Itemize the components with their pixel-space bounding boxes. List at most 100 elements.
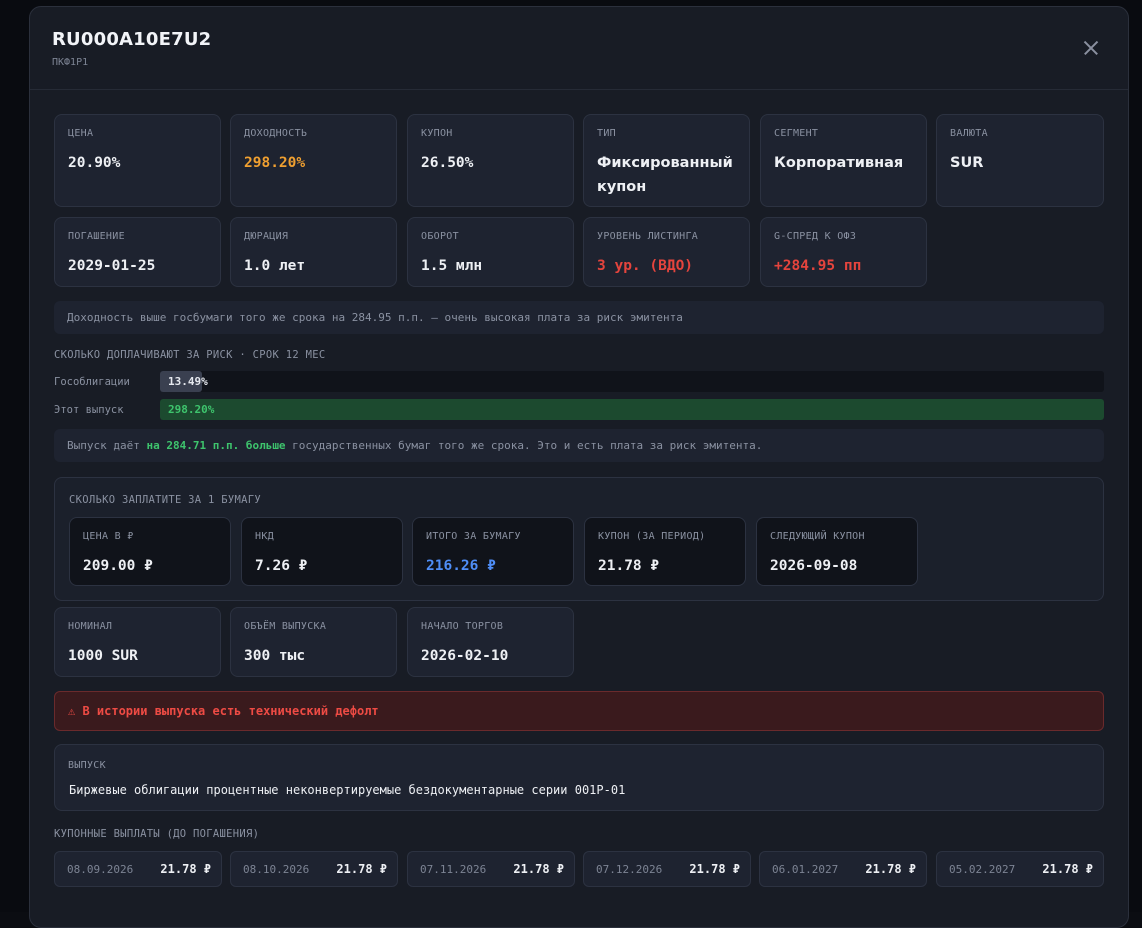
metric-turnover: ОБОРОТ 1.5 млн: [407, 217, 574, 287]
metric-label: ОБЪЁМ ВЫПУСКА: [244, 621, 327, 632]
metric-value: 298.20%: [244, 155, 306, 171]
spread-note: Доходность выше госбумаги того же срока …: [54, 301, 1104, 334]
metric-value: 300 тыс: [244, 648, 306, 664]
default-warning-alert: ⚠ В истории выпуска есть технический деф…: [54, 691, 1104, 731]
metric-label: ЦЕНА: [68, 128, 94, 139]
coupon-amount: 21.78 ₽: [689, 862, 740, 876]
metric-value: 3 ур. (ВДО): [597, 258, 694, 274]
risk-note-suffix: государственных бумаг того же срока. Это…: [285, 439, 763, 452]
payment-section: СКОЛЬКО ЗАПЛАТИТЕ ЗА 1 БУМАГУ ЦЕНА В ₽ 2…: [54, 477, 1104, 601]
payment-section-title: СКОЛЬКО ЗАПЛАТИТЕ ЗА 1 БУМАГУ: [69, 494, 262, 506]
metric-label: G-СПРЕД К ОФЗ: [774, 231, 857, 242]
pay-label: КУПОН (ЗА ПЕРИОД): [598, 531, 706, 542]
risk-note-prefix: Выпуск даёт: [67, 439, 147, 452]
pay-value: 209.00 ₽: [83, 558, 153, 574]
coupon-chip: 08.10.2026 21.78 ₽: [230, 851, 398, 887]
issue-value: Биржевые облигации процентные неконверти…: [69, 783, 626, 797]
metric-label: КУПОН: [421, 128, 453, 139]
metric-nominal: НОМИНАЛ 1000 SUR: [54, 607, 221, 677]
pay-value: 2026-09-08: [770, 558, 858, 574]
metric-value: Корпоративная: [774, 155, 904, 171]
metric-value: +284.95 пп: [774, 258, 862, 274]
pay-label: СЛЕДУЮЩИЙ КУПОН: [770, 531, 865, 542]
pay-value: 216.26 ₽: [426, 558, 496, 574]
pay-value: 21.78 ₽: [598, 558, 660, 574]
coupons-section-title: КУПОННЫЕ ВЫПЛАТЫ (ДО ПОГАШЕНИЯ): [54, 828, 260, 840]
close-icon[interactable]: [1080, 37, 1102, 59]
metric-listing-level: УРОВЕНЬ ЛИСТИНГА 3 ур. (ВДО): [583, 217, 750, 287]
coupon-chip: 07.12.2026 21.78 ₽: [583, 851, 751, 887]
coupon-amount: 21.78 ₽: [865, 862, 916, 876]
pay-price: ЦЕНА В ₽ 209.00 ₽: [69, 517, 231, 586]
modal-header: RU000A10E7U2 ПКФ1Р1: [30, 7, 1128, 90]
metric-label: СЕГМЕНТ: [774, 128, 819, 139]
pay-accrued-interest: НКД 7.26 ₽: [241, 517, 403, 586]
bar-value-govt: 13.49%: [168, 375, 208, 388]
metric-label: НАЧАЛО ТОРГОВ: [421, 621, 504, 632]
metric-value: 1000 SUR: [68, 648, 138, 664]
metric-currency: ВАЛЮТА SUR: [936, 114, 1104, 207]
coupon-amount: 21.78 ₽: [1042, 862, 1093, 876]
coupon-chip: 08.09.2026 21.78 ₽: [54, 851, 222, 887]
metric-value: 26.50%: [421, 155, 474, 171]
metric-label: НОМИНАЛ: [68, 621, 113, 632]
coupon-chip: 07.11.2026 21.78 ₽: [407, 851, 575, 887]
metric-value: 20.90%: [68, 155, 121, 171]
bar-fill-issue: [160, 399, 1104, 420]
pay-label: ЦЕНА В ₽: [83, 531, 134, 542]
metric-g-spread: G-СПРЕД К ОФЗ +284.95 пп: [760, 217, 927, 287]
metric-label: ДОХОДНОСТЬ: [244, 128, 308, 139]
metric-coupon: КУПОН 26.50%: [407, 114, 574, 207]
metric-label: ТИП: [597, 128, 616, 139]
issue-label: ВЫПУСК: [68, 760, 106, 771]
bar-value-issue: 298.20%: [168, 403, 215, 416]
risk-note: Выпуск даёт на 284.71 п.п. больше госуда…: [54, 429, 1104, 462]
pay-coupon-period: КУПОН (ЗА ПЕРИОД) 21.78 ₽: [584, 517, 746, 586]
coupon-date: 07.11.2026: [420, 863, 487, 876]
coupon-chip: 05.02.2027 21.78 ₽: [936, 851, 1104, 887]
metric-segment: СЕГМЕНТ Корпоративная: [760, 114, 927, 207]
bar-label-issue: Этот выпуск: [54, 404, 124, 416]
metric-price: ЦЕНА 20.90%: [54, 114, 221, 207]
metric-value: 2029-01-25: [68, 258, 156, 274]
issue-description: ВЫПУСК Биржевые облигации процентные нек…: [54, 744, 1104, 811]
bond-details-modal: RU000A10E7U2 ПКФ1Р1 ЦЕНА 20.90% ДОХОДНОС…: [29, 6, 1129, 928]
metric-yield: ДОХОДНОСТЬ 298.20%: [230, 114, 397, 207]
metric-value: 1.0 лет: [244, 258, 306, 274]
bond-short-name: ПКФ1Р1: [52, 57, 89, 68]
metric-issue-volume: ОБЪЁМ ВЫПУСКА 300 тыс: [230, 607, 397, 677]
metric-value: Фиксированный купон: [597, 155, 733, 195]
metric-value: SUR: [950, 155, 984, 171]
bar-track-govt: 13.49%: [160, 371, 1104, 392]
metric-trading-start: НАЧАЛО ТОРГОВ 2026-02-10: [407, 607, 574, 677]
coupon-date: 08.10.2026: [243, 863, 310, 876]
pay-value: 7.26 ₽: [255, 558, 308, 574]
risk-section-title: СКОЛЬКО ДОПЛАЧИВАЮТ ЗА РИСК · СРОК 12 МЕ…: [54, 349, 326, 361]
coupon-amount: 21.78 ₽: [336, 862, 387, 876]
pay-label: ИТОГО ЗА БУМАГУ: [426, 531, 521, 542]
pay-next-coupon: СЛЕДУЮЩИЙ КУПОН 2026-09-08: [756, 517, 918, 586]
bar-track-issue: 298.20%: [160, 399, 1104, 420]
bond-isin-title: RU000A10E7U2: [52, 29, 212, 50]
metric-type: ТИП Фиксированный купон: [583, 114, 750, 207]
metric-value: 1.5 млн: [421, 258, 483, 274]
metric-label: ОБОРОТ: [421, 231, 459, 242]
coupon-date: 08.09.2026: [67, 863, 134, 876]
coupon-date: 05.02.2027: [949, 863, 1016, 876]
coupon-date: 06.01.2027: [772, 863, 839, 876]
bar-label-govt: Гособлигации: [54, 376, 130, 388]
metric-label: ДЮРАЦИЯ: [244, 231, 289, 242]
coupon-amount: 21.78 ₽: [513, 862, 564, 876]
metric-duration: ДЮРАЦИЯ 1.0 лет: [230, 217, 397, 287]
metric-label: ПОГАШЕНИЕ: [68, 231, 125, 242]
pay-total: ИТОГО ЗА БУМАГУ 216.26 ₽: [412, 517, 574, 586]
coupon-date: 07.12.2026: [596, 863, 663, 876]
coupon-amount: 21.78 ₽: [160, 862, 211, 876]
metric-label: УРОВЕНЬ ЛИСТИНГА: [597, 231, 699, 242]
metric-maturity: ПОГАШЕНИЕ 2029-01-25: [54, 217, 221, 287]
pay-label: НКД: [255, 531, 274, 542]
coupon-chip: 06.01.2027 21.78 ₽: [759, 851, 927, 887]
risk-note-highlight: на 284.71 п.п. больше: [146, 439, 286, 452]
metric-label: ВАЛЮТА: [950, 128, 988, 139]
metric-value: 2026-02-10: [421, 648, 509, 664]
